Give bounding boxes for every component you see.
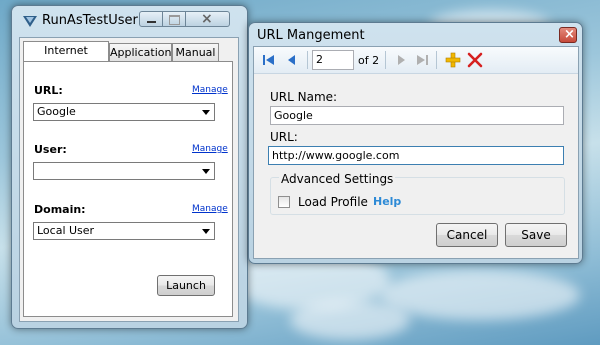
- move-first-button[interactable]: [259, 50, 279, 70]
- separator: [385, 51, 386, 69]
- window-title: RunAsTestUser: [42, 13, 138, 28]
- add-new-button[interactable]: [443, 50, 463, 70]
- url-name-input[interactable]: Google: [270, 106, 564, 125]
- chevron-down-icon: [202, 110, 210, 115]
- right-client-area: 2 of 2 URL Name: Google URL: http://www.…: [253, 46, 579, 259]
- close-icon: ×: [201, 11, 213, 27]
- tab-panel: URL: Manage Google User: Manage Domain: …: [23, 61, 233, 317]
- background-cloud: [290, 300, 410, 340]
- load-profile-checkbox[interactable]: [278, 196, 290, 208]
- launch-button[interactable]: Launch: [157, 275, 215, 296]
- window-title: URL Mangement: [257, 28, 365, 43]
- domain-combobox[interactable]: Local User: [33, 222, 215, 240]
- position-input[interactable]: 2: [312, 50, 354, 70]
- left-client-area: Internet Explorer Application Manual URL…: [19, 37, 239, 322]
- domain-label: Domain:: [34, 203, 86, 216]
- move-previous-button[interactable]: [282, 50, 302, 70]
- move-next-button[interactable]: [391, 50, 411, 70]
- url-name-value: Google: [274, 109, 313, 122]
- tab-internet-explorer[interactable]: Internet Explorer: [23, 41, 109, 74]
- domain-combobox-value: Local User: [37, 224, 95, 237]
- tab-application[interactable]: Application: [109, 43, 172, 61]
- first-record-icon: [263, 55, 274, 65]
- url-management-window: URL Mangement × 2 of 2 URL Name: Google …: [248, 22, 583, 264]
- app-icon: [22, 14, 38, 28]
- background-cloud: [380, 270, 580, 320]
- delete-x-icon: [467, 52, 483, 68]
- url-input-value: http://www.google.com: [272, 149, 400, 162]
- page-count-label: of 2: [358, 54, 380, 67]
- user-manage-link[interactable]: Manage: [192, 144, 228, 154]
- navigator-toolbar: 2 of 2: [254, 47, 578, 74]
- advanced-settings-label: Advanced Settings: [279, 172, 396, 186]
- minimize-icon: [147, 21, 156, 23]
- close-button[interactable]: ×: [559, 27, 577, 43]
- url-name-label: URL Name:: [270, 90, 338, 104]
- close-icon: ×: [564, 27, 575, 42]
- user-combobox[interactable]: [33, 162, 215, 180]
- close-button[interactable]: ×: [186, 11, 230, 27]
- url-label: URL:: [270, 130, 298, 144]
- separator: [436, 51, 437, 69]
- position-value: 2: [316, 53, 323, 66]
- load-profile-label[interactable]: Load Profile: [298, 195, 368, 209]
- url-combobox[interactable]: Google: [33, 103, 215, 121]
- chevron-down-icon: [202, 169, 210, 174]
- move-last-button[interactable]: [412, 50, 432, 70]
- save-button[interactable]: Save: [505, 223, 567, 247]
- maximize-icon: [169, 15, 180, 25]
- tab-manual[interactable]: Manual: [172, 43, 219, 61]
- help-link[interactable]: Help: [373, 195, 401, 208]
- last-record-icon: [417, 55, 428, 65]
- runastestuser-window: RunAsTestUser × Internet Explorer Applic…: [11, 5, 248, 329]
- separator: [307, 51, 308, 69]
- url-input[interactable]: http://www.google.com: [268, 146, 564, 165]
- url-combobox-value: Google: [37, 105, 76, 118]
- plus-icon: [445, 52, 461, 68]
- next-record-icon: [398, 55, 405, 65]
- cancel-button[interactable]: Cancel: [436, 223, 498, 247]
- user-label: User:: [34, 143, 67, 156]
- previous-record-icon: [288, 55, 295, 65]
- url-manage-link[interactable]: Manage: [192, 85, 228, 95]
- delete-button[interactable]: [465, 50, 485, 70]
- url-label: URL:: [34, 84, 63, 97]
- maximize-button[interactable]: [163, 11, 186, 27]
- tab-strip: Internet Explorer Application Manual: [23, 41, 235, 74]
- domain-manage-link[interactable]: Manage: [192, 204, 228, 214]
- minimize-button[interactable]: [139, 11, 163, 27]
- chevron-down-icon: [202, 229, 210, 234]
